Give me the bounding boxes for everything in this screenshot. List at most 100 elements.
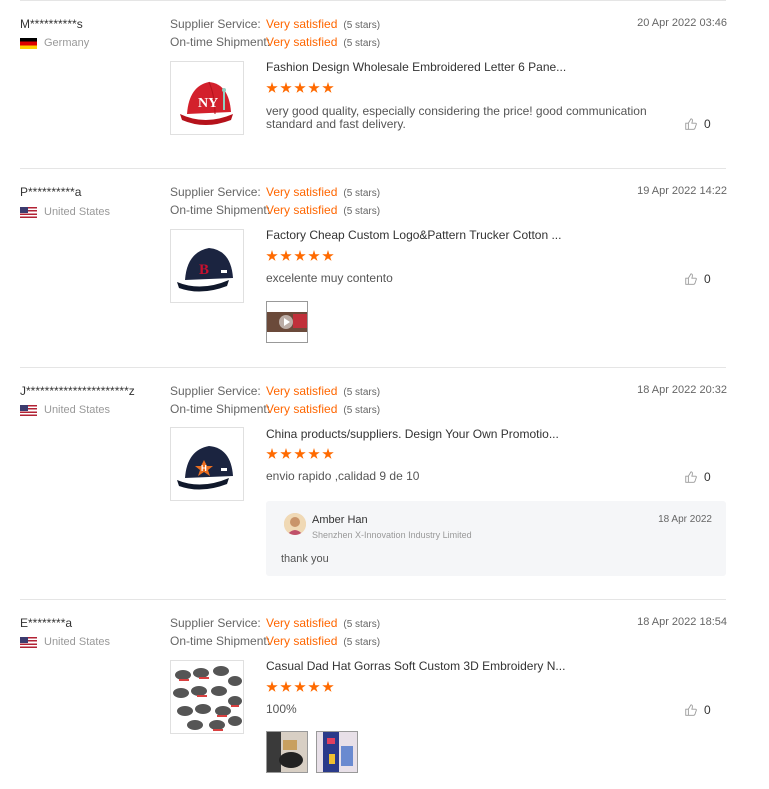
cap-collection-icon bbox=[171, 661, 243, 733]
buyer-country: United States bbox=[20, 636, 110, 648]
buyer-name: M**********s bbox=[20, 17, 83, 31]
star-icon bbox=[322, 82, 334, 93]
reply-author-name: Amber Han bbox=[312, 514, 368, 526]
rating-stars-count: (5 stars) bbox=[343, 38, 381, 49]
rating-value: Very satisfied bbox=[266, 634, 338, 648]
review-text: envio rapido ,calidad 9 de 10 bbox=[266, 469, 420, 483]
like-count: 0 bbox=[704, 272, 711, 286]
rating-stars-count: (5 stars) bbox=[343, 20, 381, 31]
attachment-photo[interactable] bbox=[266, 731, 308, 773]
thumbs-up-icon bbox=[685, 118, 697, 130]
supplier-service-label: Supplier Service: bbox=[170, 616, 261, 630]
usa-flag-icon bbox=[20, 206, 37, 218]
ontime-shipment-rating: Very satisfied (5 stars) bbox=[266, 203, 380, 217]
country-name: United States bbox=[44, 206, 111, 218]
product-title-link[interactable]: Fashion Design Wholesale Embroidered Let… bbox=[266, 60, 566, 74]
product-title-link[interactable]: Factory Cheap Custom Logo&Pattern Trucke… bbox=[266, 228, 561, 242]
rating-value: Very satisfied bbox=[266, 17, 338, 31]
product-thumbnail[interactable]: H bbox=[170, 427, 244, 501]
star-icon bbox=[322, 250, 334, 261]
review-text: excelente muy contento bbox=[266, 271, 393, 285]
star-icon bbox=[294, 448, 306, 459]
supplier-service-rating: Very satisfied (5 stars) bbox=[266, 185, 380, 199]
review-date: 18 Apr 2022 20:32 bbox=[637, 384, 727, 396]
usa-flag-icon bbox=[20, 636, 37, 648]
rating-stars-count: (5 stars) bbox=[343, 188, 381, 199]
review-date: 18 Apr 2022 18:54 bbox=[637, 616, 727, 628]
buyer-country: United States bbox=[20, 404, 110, 416]
video-thumbnail-icon bbox=[267, 302, 307, 342]
buyer-name: E********a bbox=[20, 616, 73, 630]
thumbs-up-icon bbox=[685, 471, 697, 483]
svg-text:NY: NY bbox=[198, 96, 218, 111]
like-button[interactable]: 0 bbox=[684, 117, 711, 131]
ontime-shipment-label: On-time Shipment: bbox=[170, 35, 271, 49]
review-text: very good quality, especially considerin… bbox=[266, 104, 647, 131]
reply-company: Shenzhen X-Innovation Industry Limited bbox=[312, 530, 472, 540]
attachment-video-thumbnail[interactable] bbox=[266, 301, 308, 343]
avatar-icon bbox=[284, 513, 306, 535]
photo-thumbnail-icon bbox=[317, 732, 357, 772]
buyer-country: United States bbox=[20, 206, 110, 218]
ontime-shipment-label: On-time Shipment: bbox=[170, 402, 271, 416]
star-icon bbox=[322, 681, 334, 692]
star-icon bbox=[280, 448, 292, 459]
star-icon bbox=[308, 82, 320, 93]
ontime-shipment-label: On-time Shipment: bbox=[170, 634, 271, 648]
like-count: 0 bbox=[704, 470, 711, 484]
product-star-rating bbox=[266, 448, 336, 460]
product-title-link[interactable]: China products/suppliers. Design Your Ow… bbox=[266, 427, 559, 441]
reply-text: thank you bbox=[281, 553, 329, 565]
country-name: United States bbox=[44, 404, 111, 416]
rating-value: Very satisfied bbox=[266, 185, 338, 199]
supplier-service-label: Supplier Service: bbox=[170, 185, 261, 199]
product-thumbnail[interactable] bbox=[170, 660, 244, 734]
thumbs-up-icon bbox=[685, 273, 697, 285]
red-ny-cap-icon: NY bbox=[180, 81, 233, 125]
product-star-rating bbox=[266, 681, 336, 693]
product-thumbnail[interactable]: B bbox=[170, 229, 244, 303]
review-date: 19 Apr 2022 14:22 bbox=[637, 185, 727, 197]
rating-stars-count: (5 stars) bbox=[343, 206, 381, 217]
avatar bbox=[284, 513, 306, 535]
like-button[interactable]: 0 bbox=[684, 470, 711, 484]
like-count: 0 bbox=[704, 117, 711, 131]
rating-value: Very satisfied bbox=[266, 384, 338, 398]
review-divider bbox=[20, 599, 726, 600]
star-icon bbox=[280, 250, 292, 261]
star-icon bbox=[280, 82, 292, 93]
buyer-country: Germany bbox=[20, 37, 89, 49]
thumbs-up-icon bbox=[685, 704, 697, 716]
star-icon bbox=[308, 681, 320, 692]
star-icon bbox=[308, 250, 320, 261]
product-title-link[interactable]: Casual Dad Hat Gorras Soft Custom 3D Emb… bbox=[266, 659, 565, 673]
country-name: United States bbox=[44, 636, 111, 648]
product-thumbnail[interactable]: NY bbox=[170, 61, 244, 135]
svg-text:B: B bbox=[199, 262, 209, 278]
product-star-rating bbox=[266, 250, 336, 262]
navy-h-cap-icon: H bbox=[177, 446, 233, 490]
attachment-photo[interactable] bbox=[316, 731, 358, 773]
buyer-name: P**********a bbox=[20, 185, 82, 199]
reply-date: 18 Apr 2022 bbox=[658, 514, 712, 525]
star-icon bbox=[294, 82, 306, 93]
star-icon bbox=[266, 681, 278, 692]
like-button[interactable]: 0 bbox=[684, 703, 711, 717]
supplier-service-rating: Very satisfied (5 stars) bbox=[266, 384, 380, 398]
country-name: Germany bbox=[44, 37, 90, 49]
star-icon bbox=[308, 448, 320, 459]
rating-stars-count: (5 stars) bbox=[343, 387, 381, 398]
star-icon bbox=[294, 250, 306, 261]
star-icon bbox=[266, 82, 278, 93]
supplier-service-rating: Very satisfied (5 stars) bbox=[266, 616, 380, 630]
supplier-reply: Amber Han Shenzhen X-Innovation Industry… bbox=[266, 501, 726, 576]
buyer-name: J**********************z bbox=[20, 384, 135, 398]
star-icon bbox=[322, 448, 334, 459]
review-date: 20 Apr 2022 03:46 bbox=[637, 17, 727, 29]
like-button[interactable]: 0 bbox=[684, 272, 711, 286]
review-divider bbox=[20, 168, 726, 169]
ontime-shipment-label: On-time Shipment: bbox=[170, 203, 271, 217]
ontime-shipment-rating: Very satisfied (5 stars) bbox=[266, 634, 380, 648]
rating-stars-count: (5 stars) bbox=[343, 637, 381, 648]
star-icon bbox=[294, 681, 306, 692]
